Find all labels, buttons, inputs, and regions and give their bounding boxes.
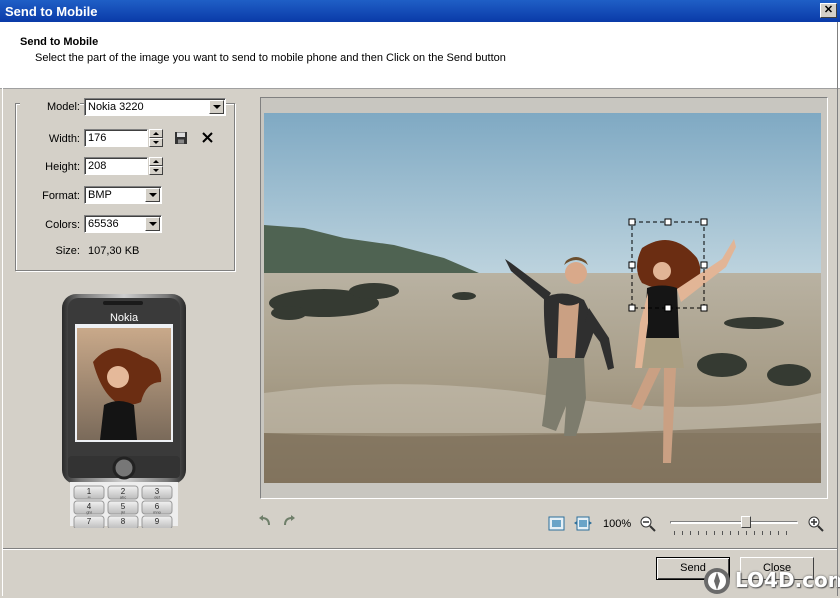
zoom-out-icon[interactable] <box>640 516 656 532</box>
phone-key-label: 8 <box>121 517 126 526</box>
zoom-in-icon[interactable] <box>808 516 824 532</box>
rotate-right-icon[interactable] <box>283 515 297 527</box>
phone-keypad: 1∞2abc3def4ghi5jkl6mno7 8 9 <box>73 485 173 528</box>
height-spinner[interactable] <box>149 157 163 175</box>
phone-key-sublabel: def <box>154 495 160 500</box>
zoom-slider[interactable] <box>670 516 798 536</box>
size-label: Size: <box>55 245 80 257</box>
size-value: 107,30 KB <box>88 245 140 257</box>
colors-select[interactable]: 65536 <box>84 215 162 233</box>
phone-key-label: 9 <box>155 517 160 526</box>
phone-key-sublabel: mno <box>153 510 162 515</box>
height-up-arrow[interactable] <box>149 157 163 166</box>
save-icon[interactable] <box>174 131 188 145</box>
colors-label: Colors: <box>45 219 80 231</box>
watermark-text: LO4D.com <box>735 568 840 592</box>
zoom-slider-ticks <box>674 531 794 535</box>
watermark-icon <box>704 568 730 594</box>
width-down-arrow[interactable] <box>149 138 163 147</box>
height-down-arrow[interactable] <box>149 166 163 175</box>
rotate-left-icon[interactable] <box>257 515 271 527</box>
photo-canvas[interactable] <box>264 113 821 483</box>
phone-preview: 1∞2abc3def4ghi5jkl6mno7 8 9 Nokia <box>62 294 186 528</box>
height-label: Height: <box>45 161 80 173</box>
width-up-arrow[interactable] <box>149 129 163 138</box>
model-dropdown-button[interactable] <box>209 100 224 114</box>
fit-window-icon[interactable] <box>548 516 565 531</box>
colors-dropdown-button[interactable] <box>145 217 160 231</box>
dialog-header: Send to Mobile Select the part of the im… <box>0 22 840 89</box>
format-label: Format: <box>42 190 80 202</box>
header-title: Send to Mobile <box>20 36 99 48</box>
zoom-slider-track <box>670 521 798 524</box>
width-label: Width: <box>48 133 80 145</box>
actual-size-icon[interactable] <box>574 516 592 531</box>
header-description: Select the part of the image you want to… <box>35 52 506 64</box>
model-value: Nokia 3220 <box>88 101 144 113</box>
phone-key-label: 7 <box>87 517 92 526</box>
format-dropdown-button[interactable] <box>145 188 160 202</box>
delete-icon[interactable] <box>201 131 214 144</box>
phone-key-sublabel: ∞ <box>88 495 91 500</box>
width-input[interactable]: 176 <box>84 129 148 147</box>
footer-separator <box>3 548 837 550</box>
phone-key-sublabel: ghi <box>86 510 91 515</box>
model-label: Model: <box>20 101 80 113</box>
height-input[interactable]: 208 <box>84 157 148 175</box>
format-select[interactable]: BMP <box>84 186 162 204</box>
width-spinner[interactable] <box>149 129 163 147</box>
window-close-button[interactable]: ✕ <box>820 3 837 18</box>
phone-key-sublabel: abc <box>120 495 126 500</box>
watermark-logo: LO4D.com <box>703 566 840 596</box>
colors-value: 65536 <box>88 218 119 230</box>
format-value: BMP <box>88 189 112 201</box>
zoom-value: 100% <box>603 518 632 530</box>
phone-brand: Nokia <box>110 312 139 324</box>
model-select[interactable]: Nokia 3220 <box>84 98 226 116</box>
title-bar[interactable]: Send to Mobile ✕ <box>0 0 840 22</box>
window-title: Send to Mobile <box>5 4 98 19</box>
zoom-slider-thumb[interactable] <box>741 516 751 528</box>
phone-key-sublabel: jkl <box>120 510 125 515</box>
